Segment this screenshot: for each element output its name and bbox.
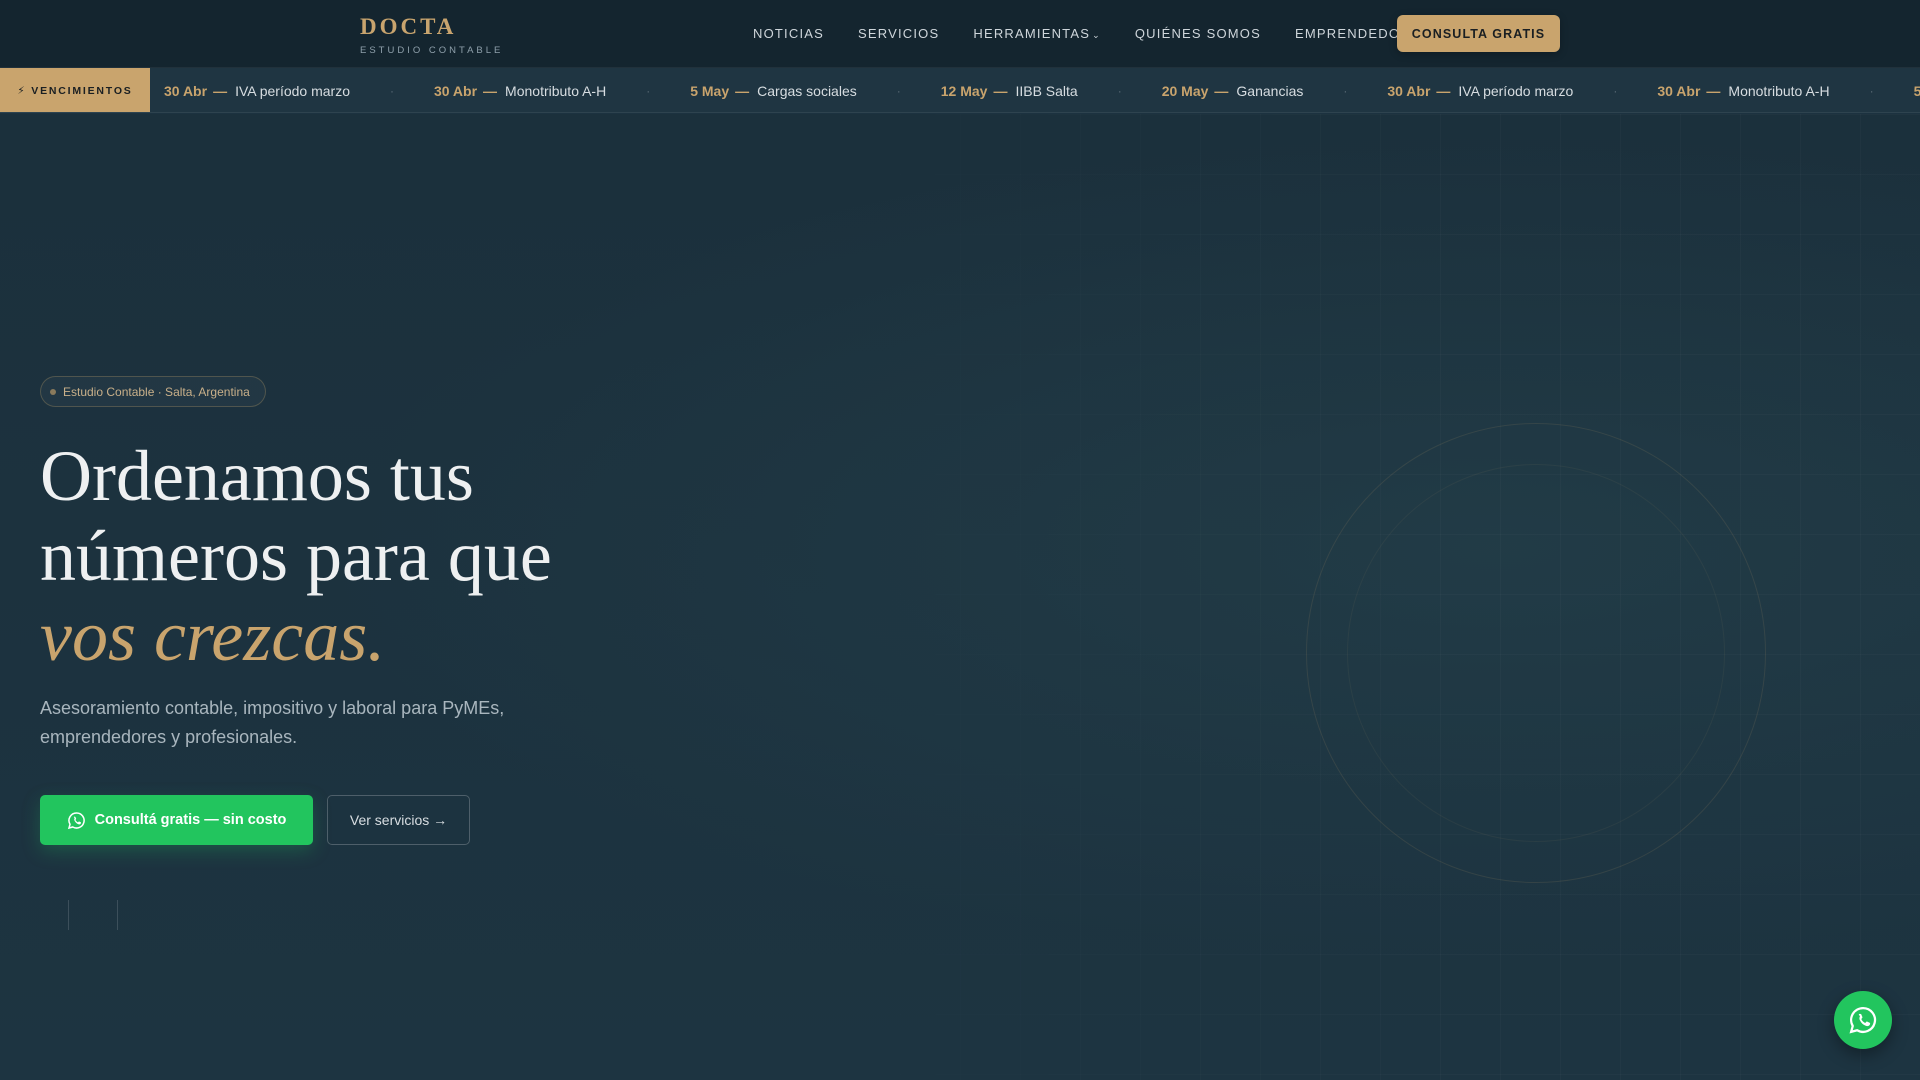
ticker-item: 30 Abr — Monotributo A-H [434, 83, 606, 99]
ticker-text: IIBB Salta [1015, 82, 1078, 99]
ticker-dash: — [735, 82, 750, 99]
location-badge: Estudio Contable · Salta, Argentina [40, 376, 266, 407]
ticker-item: 20 May — Ganancias [1162, 83, 1304, 99]
brand-logo[interactable]: DOCTA ESTUDIO CONTABLE [360, 14, 503, 56]
hero-headline: Ordenamos tus números para que vos crezc… [40, 436, 800, 676]
ticker-dash: — [1214, 82, 1229, 99]
ticker-date: 30 Abr [1657, 82, 1701, 99]
ticker-label: ⚡ VENCIMIENTOS [0, 68, 150, 112]
badge-text: Estudio Contable · Salta, Argentina [63, 384, 250, 399]
deadlines-ticker: ⚡ VENCIMIENTOS 30 Abr — IVA período marzo … [0, 68, 1920, 113]
ticker-separator: · [1343, 83, 1348, 98]
ticker-text: IVA período marzo [1458, 82, 1574, 99]
ticker-text: Monotributo A-H [505, 82, 607, 99]
nav-item-quienes-somos[interactable]: QUIÉNES SOMOS [1135, 26, 1261, 41]
ticker-date: 5 M [1914, 83, 1920, 99]
ticker-separator: · [896, 83, 901, 98]
ticker-date: 5 May [690, 82, 730, 99]
primary-cta-label: Consultá gratis — sin costo [94, 812, 287, 828]
headline-line-1: Ordenamos tus [40, 436, 474, 516]
ticker-date: 20 May [1161, 82, 1209, 99]
ticker-text: Monotributo A-H [1728, 82, 1830, 99]
ticker-track: 30 Abr — IVA período marzo · 30 Abr — Monotr… [164, 68, 1920, 112]
ticker-separator: · [1869, 83, 1874, 98]
headline-accent: vos crezcas. [40, 596, 386, 676]
ver-servicios-button[interactable]: Ver servicios → [327, 795, 470, 845]
ticker-text: Cargas sociales [757, 82, 857, 99]
ticker-date: 30 Abr [1387, 82, 1431, 99]
ticker-separator: · [1117, 83, 1122, 98]
ticker-dash: — [483, 82, 498, 99]
whatsapp-float-button[interactable] [1834, 991, 1892, 1049]
whatsapp-icon [1848, 1005, 1878, 1035]
headline-line-2: números para que [40, 516, 552, 596]
nav-item-herramientas[interactable]: HERRAMIENTAS ⌄ [973, 26, 1100, 41]
ticker-item: 30 Abr — IVA período marzo [1387, 83, 1573, 99]
ticker-date: 12 May [940, 82, 988, 99]
divider [117, 900, 118, 930]
hero-subtext: Asesoramiento contable, impositivo y lab… [40, 698, 505, 747]
ticker-separator: · [1613, 83, 1618, 98]
ticker-item: 5 May — Cargas sociales [690, 83, 857, 99]
ticker-dash: — [1436, 82, 1451, 99]
chevron-down-icon: ⌄ [1092, 29, 1101, 40]
decorative-ring-inner [1347, 464, 1725, 842]
ticker-item: 5 M [1914, 83, 1920, 99]
ticker-dash: — [993, 82, 1008, 99]
ticker-text: IVA período marzo [235, 82, 350, 99]
consulta-gratis-button[interactable]: CONSULTA GRATIS [1397, 15, 1560, 52]
nav-item-noticias[interactable]: NOTICIAS [753, 26, 824, 41]
ticker-item: 30 Abr — IVA período marzo [164, 83, 350, 99]
ticker-date: 30 Abr [164, 82, 208, 99]
divider [68, 900, 69, 930]
ticker-item: 12 May — IIBB Salta [941, 83, 1078, 99]
badge-dot-icon [50, 389, 56, 395]
ticker-dash: — [1706, 82, 1721, 99]
nav-item-servicios[interactable]: SERVICIOS [858, 26, 939, 41]
ticker-dash: — [213, 82, 228, 99]
consulta-gratis-whatsapp-button[interactable]: Consultá gratis — sin costo [40, 795, 313, 845]
ticker-item: 30 Abr — Monotributo A-H [1657, 83, 1829, 99]
brand-tagline: ESTUDIO CONTABLE [360, 45, 504, 56]
ticker-separator: · [646, 83, 651, 98]
ticker-separator: · [389, 83, 394, 98]
whatsapp-icon [67, 811, 86, 830]
nav-item-herramientas-label: HERRAMIENTAS [973, 25, 1091, 41]
top-navbar: DOCTA ESTUDIO CONTABLE NOTICIAS SERVICIO… [0, 0, 1920, 68]
ticker-date: 30 Abr [433, 82, 478, 99]
brand-name: DOCTA [360, 14, 457, 39]
ticker-text: Ganancias [1236, 82, 1304, 99]
nav-links: NOTICIAS SERVICIOS HERRAMIENTAS ⌄ QUIÉNES… [753, 0, 1431, 66]
